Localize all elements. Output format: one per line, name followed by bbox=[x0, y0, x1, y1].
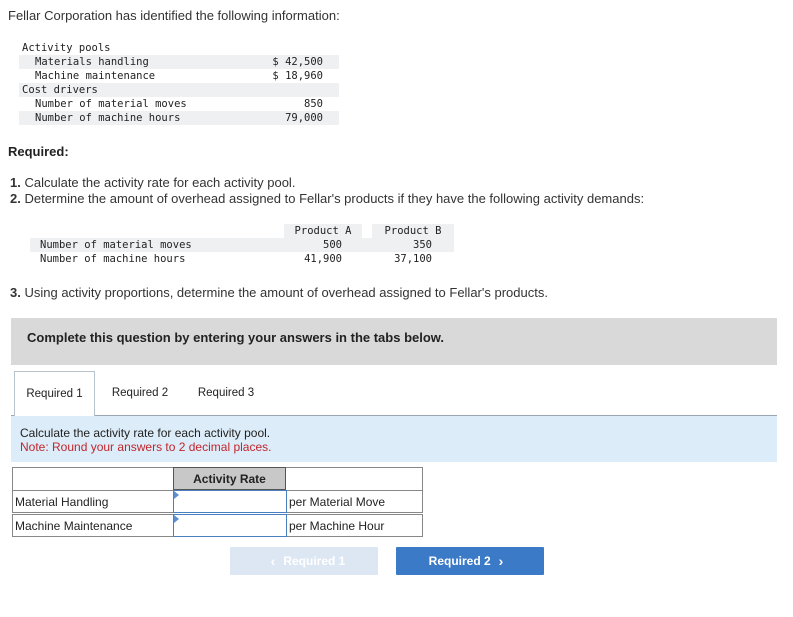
demand-row-label: Number of machine hours bbox=[40, 253, 186, 265]
col-header-product-a: Product A bbox=[284, 224, 362, 238]
material-handling-label: Material Handling bbox=[15, 495, 109, 509]
material-moves-label: Number of material moves bbox=[35, 98, 187, 110]
demand-row-b: 350 bbox=[413, 239, 432, 251]
required-heading: Required: bbox=[8, 144, 69, 159]
info-row-machine-maintenance: Machine maintenance $ 18,960 bbox=[19, 69, 339, 83]
info-row-material-moves: Number of material moves 850 bbox=[19, 97, 339, 111]
demand-row: Number of material moves 500 350 bbox=[30, 238, 454, 252]
demand-row-a: 41,900 bbox=[304, 253, 342, 265]
requirement-1-number: 1. bbox=[10, 175, 21, 190]
banner-text: Complete this question by entering your … bbox=[27, 330, 445, 345]
chevron-left-icon: ‹ bbox=[270, 553, 276, 569]
machine-maintenance-label: Machine maintenance bbox=[35, 70, 156, 82]
next-required-button[interactable]: Required 2 › bbox=[396, 547, 544, 575]
cost-drivers-label: Cost drivers bbox=[22, 84, 98, 96]
requirement-3-number: 3. bbox=[10, 285, 21, 300]
requirement-1: 1. Calculate the activity rate for each … bbox=[10, 175, 295, 190]
materials-handling-label: Materials handling bbox=[35, 56, 149, 68]
chevron-right-icon: › bbox=[498, 553, 504, 569]
requirement-2-number: 2. bbox=[10, 191, 21, 206]
info-row-materials-handling: Materials handling $ 42,500 bbox=[19, 55, 339, 69]
answer-row-machine-maintenance: Machine Maintenance per Machine Hour bbox=[12, 514, 423, 537]
demand-row: Number of machine hours 41,900 37,100 bbox=[30, 252, 454, 266]
tab-instructions: Calculate the activity rate for each act… bbox=[11, 416, 777, 462]
material-moves-value: 850 bbox=[304, 98, 323, 110]
instruction-text: Calculate the activity rate for each act… bbox=[20, 426, 271, 440]
info-row-machine-hours: Number of machine hours 79,000 bbox=[19, 111, 339, 125]
answer-row-material-handling: Material Handling per Material Move bbox=[12, 490, 423, 513]
info-row-cost-drivers: Cost drivers bbox=[19, 83, 339, 97]
machine-maintenance-unit: per Machine Hour bbox=[289, 519, 385, 533]
machine-hours-label: Number of machine hours bbox=[35, 112, 181, 124]
machine-maintenance-label: Machine Maintenance bbox=[15, 519, 133, 533]
requirement-3-text: Using activity proportions, determine th… bbox=[24, 285, 548, 300]
machine-hours-value: 79,000 bbox=[285, 112, 323, 124]
tab-required-2[interactable]: Required 2 bbox=[100, 371, 180, 415]
materials-handling-value: $ 42,500 bbox=[272, 56, 323, 68]
demand-row-a: 500 bbox=[323, 239, 342, 251]
material-handling-unit: per Material Move bbox=[289, 495, 386, 509]
machine-maintenance-value: $ 18,960 bbox=[272, 70, 323, 82]
tab-required-1[interactable]: Required 1 bbox=[14, 371, 95, 416]
machine-maintenance-rate-input[interactable] bbox=[173, 514, 287, 537]
info-row-activity-pools: Activity pools bbox=[19, 41, 339, 55]
requirement-3: 3. Using activity proportions, determine… bbox=[10, 285, 548, 300]
prev-required-button[interactable]: ‹ Required 1 bbox=[230, 547, 378, 575]
demand-row-b: 37,100 bbox=[394, 253, 432, 265]
prev-required-label: Required 1 bbox=[283, 554, 346, 568]
material-handling-rate-input[interactable] bbox=[173, 490, 287, 513]
requirement-1-text: Calculate the activity rate for each act… bbox=[24, 175, 296, 190]
col-header-product-b: Product B bbox=[372, 224, 454, 238]
intro-text: Fellar Corporation has identified the fo… bbox=[8, 8, 340, 23]
rounding-note: Note: Round your answers to 2 decimal pl… bbox=[20, 440, 272, 454]
tab-required-3[interactable]: Required 3 bbox=[186, 371, 266, 415]
next-required-label: Required 2 bbox=[428, 554, 491, 568]
requirement-2-text: Determine the amount of overhead assigne… bbox=[24, 191, 645, 206]
requirement-2: 2. Determine the amount of overhead assi… bbox=[10, 191, 644, 206]
instruction-banner: Complete this question by entering your … bbox=[11, 318, 777, 365]
activity-pools-label: Activity pools bbox=[22, 42, 111, 54]
activity-rate-header: Activity Rate bbox=[173, 467, 286, 490]
demand-row-label: Number of material moves bbox=[40, 239, 192, 251]
